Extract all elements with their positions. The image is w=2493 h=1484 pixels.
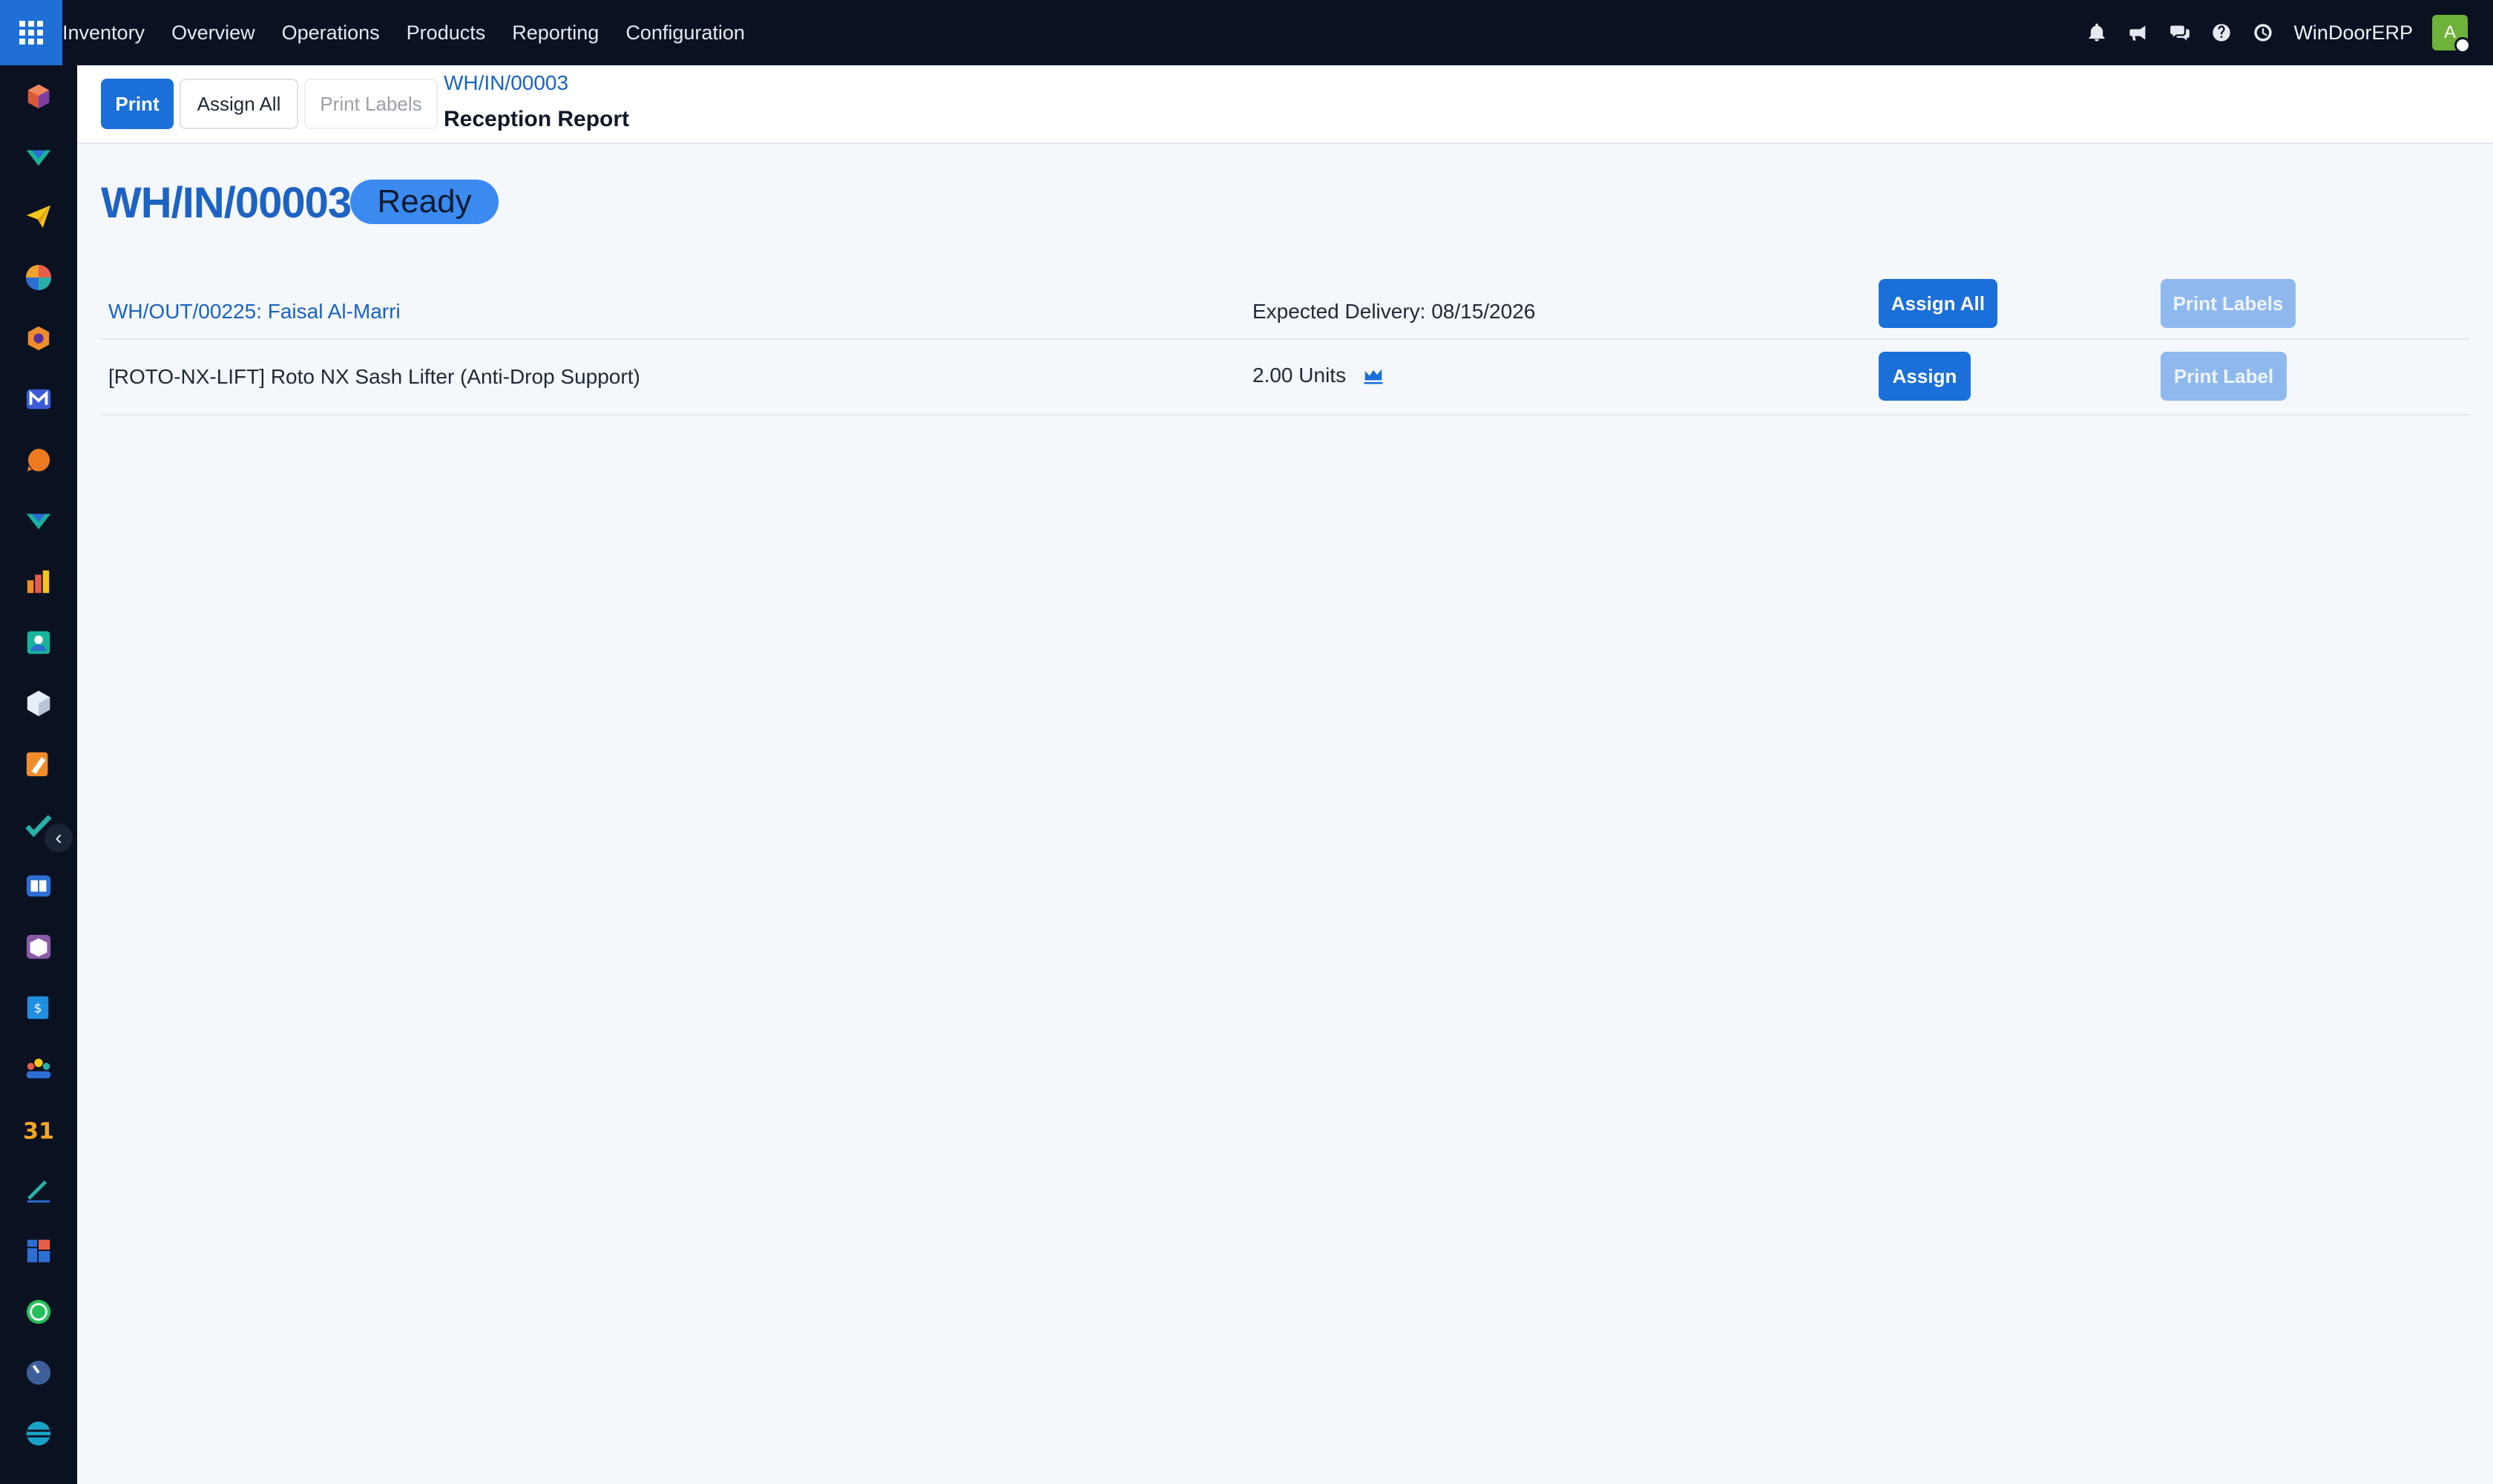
apps-menu-button[interactable] — [0, 0, 62, 65]
menu-products[interactable]: Products — [393, 22, 499, 45]
livechat-app-icon[interactable] — [24, 445, 53, 475]
source-document-link[interactable]: WH/OUT/00225: Faisal Al-Marri — [108, 300, 401, 324]
status-badge: Ready — [350, 180, 499, 224]
knowledge-app-icon[interactable] — [24, 871, 53, 901]
reports-app-icon[interactable] — [24, 567, 53, 597]
menu-overview[interactable]: Overview — [158, 22, 269, 45]
calendar-app-icon[interactable]: 31 — [24, 1114, 53, 1144]
dashboard-app-icon[interactable] — [24, 263, 53, 292]
clock-icon[interactable] — [2252, 22, 2274, 44]
assign-all-button[interactable]: Assign All — [180, 79, 298, 129]
svg-text:31: 31 — [24, 1118, 53, 1143]
app-sidebar: $ 31 ‹ — [0, 65, 77, 1484]
menu-app-inventory[interactable]: Inventory — [62, 22, 158, 45]
website-app-icon[interactable] — [24, 1419, 53, 1448]
row-print-labels-button[interactable]: Print Labels — [2161, 279, 2296, 328]
row-assign-all-button[interactable]: Assign All — [1879, 279, 1997, 328]
menu-operations[interactable]: Operations — [269, 22, 393, 45]
timer-app-icon[interactable] — [24, 1358, 53, 1388]
spreadsheet-app-icon[interactable] — [24, 1236, 53, 1266]
whatsapp-app-icon[interactable] — [24, 1297, 53, 1327]
main-menu: Inventory Overview Operations Products R… — [62, 0, 758, 65]
print-label-button[interactable]: Print Label — [2161, 352, 2287, 401]
chat-icon[interactable] — [2169, 22, 2191, 44]
top-navbar: Inventory Overview Operations Products R… — [0, 0, 2493, 65]
company-name[interactable]: WinDoorERP — [2293, 22, 2413, 45]
svg-text:$: $ — [34, 1002, 42, 1017]
help-icon[interactable] — [2210, 22, 2233, 44]
source-document-row: WH/OUT/00225: Faisal Al-Marri Expected D… — [101, 269, 2469, 340]
inventory-app-icon[interactable] — [24, 142, 53, 172]
invoicing-app-icon[interactable]: $ — [24, 993, 53, 1022]
systray: WinDoorERP A — [2086, 15, 2493, 53]
bell-icon[interactable] — [2086, 22, 2108, 44]
report-title[interactable]: WH/IN/00003 — [101, 178, 352, 228]
email-app-icon[interactable] — [24, 202, 53, 232]
print-button[interactable]: Print — [101, 79, 174, 129]
forecast-chart-icon[interactable] — [1362, 364, 1385, 391]
purchase-app-icon[interactable] — [24, 324, 53, 353]
discuss-app-icon[interactable] — [24, 82, 53, 111]
breadcrumb-link[interactable]: WH/IN/00003 — [444, 71, 568, 95]
control-panel — [77, 65, 2493, 144]
product-name: [ROTO-NX-LIFT] Roto NX Sash Lifter (Anti… — [108, 365, 640, 388]
mail-app-icon[interactable] — [24, 384, 53, 414]
user-avatar[interactable]: A — [2432, 15, 2471, 53]
package-app-icon[interactable] — [24, 932, 53, 962]
apps-grid-icon — [19, 21, 43, 45]
sidebar-collapse-button[interactable]: ‹ — [43, 822, 74, 853]
page-title: Reception Report — [444, 107, 630, 131]
quantity-text: 2.00 Units — [1252, 364, 1347, 387]
print-labels-button[interactable]: Print Labels — [304, 79, 438, 129]
contacts-app-icon[interactable] — [24, 628, 53, 657]
expected-delivery-text: Expected Delivery: 08/15/2026 — [1252, 300, 1536, 323]
chevron-left-icon: ‹ — [55, 826, 62, 849]
sign-app-icon[interactable] — [24, 1175, 53, 1205]
assign-button[interactable]: Assign — [1879, 352, 1971, 401]
studio-app-icon[interactable] — [24, 749, 53, 779]
inventory-app-icon-2[interactable] — [24, 506, 53, 536]
megaphone-icon[interactable] — [2127, 22, 2149, 44]
table-row: [ROTO-NX-LIFT] Roto NX Sash Lifter (Anti… — [101, 340, 2469, 416]
presence-status-dot — [2454, 37, 2471, 53]
menu-reporting[interactable]: Reporting — [499, 22, 612, 45]
products-app-icon[interactable] — [24, 689, 53, 718]
menu-configuration[interactable]: Configuration — [612, 22, 758, 45]
employees-app-icon[interactable] — [24, 1054, 53, 1083]
avatar-letter: A — [2443, 22, 2456, 42]
